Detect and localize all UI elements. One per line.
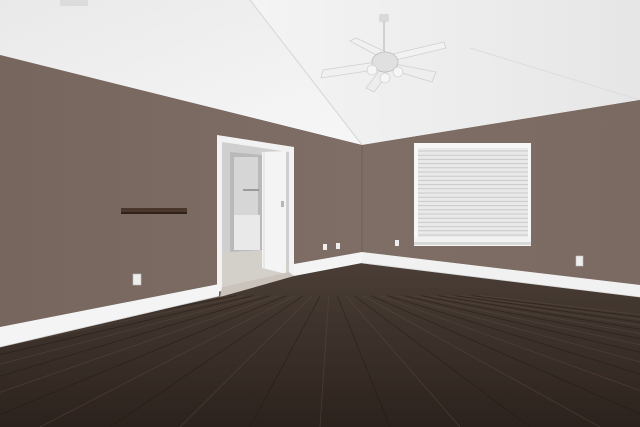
open-doorway-to-bathroom [217,135,294,292]
floating-wall-shelf [121,208,187,214]
window-with-blinds [414,143,531,246]
room-illustration [0,0,640,427]
empty-room-photo [0,0,640,427]
